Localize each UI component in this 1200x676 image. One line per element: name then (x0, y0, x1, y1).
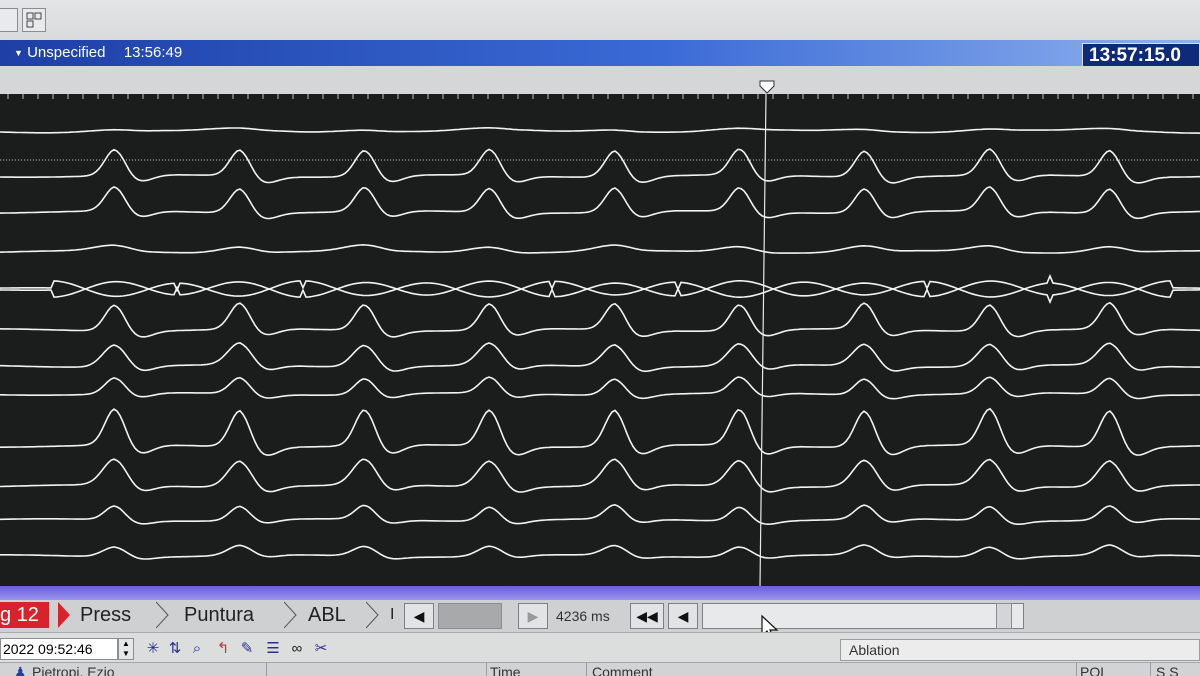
time-cursor-line[interactable] (759, 94, 767, 586)
column-divider (586, 663, 587, 676)
study-title: Unspecified (27, 44, 106, 61)
tab-separator (156, 601, 169, 629)
ecg-traces (0, 94, 1200, 586)
sweep-duration: 4236 ms (556, 608, 610, 624)
sort-icon[interactable]: ⇅ (166, 639, 184, 659)
horizontal-scrollbar[interactable] (702, 603, 1024, 629)
binoculars-icon[interactable]: ∞ (288, 639, 306, 659)
ecg-channel-trace (0, 376, 1200, 400)
tab-puntura[interactable]: Puntura (184, 602, 254, 628)
pol-column-header[interactable]: POL (1080, 663, 1108, 676)
tab-separator (284, 601, 297, 629)
ss-column-header[interactable]: S S (1156, 663, 1179, 676)
event-table-header: ♟ Pietropi, Ezio Time Comment POL S S (0, 662, 1200, 676)
ecg-channel-trace (0, 544, 1200, 560)
start-time: 13:56:49 (123, 44, 183, 61)
tab-bar: g 12 Press Puntura ABL I ◀ ▶ 4236 ms ◀◀ … (0, 600, 1200, 641)
ecg-channel-trace (0, 503, 1200, 526)
rewind-button[interactable]: ◀◀ (630, 603, 664, 629)
column-divider (1150, 663, 1151, 676)
tab-more[interactable]: I (390, 602, 394, 628)
comment-column-header[interactable]: Comment (592, 663, 653, 676)
mode-field[interactable]: Ablation (840, 639, 1200, 661)
tab-ecg-12[interactable]: g 12 (0, 602, 49, 628)
user-icon: ♟ (14, 664, 27, 676)
date-spinner[interactable]: ▲ ▼ (118, 638, 134, 660)
ecg-channel-trace (0, 342, 1200, 373)
ecg-channel-trace (0, 407, 1200, 456)
ecg-channel-trace (0, 148, 1200, 184)
window-icon[interactable] (0, 8, 18, 32)
clock-display: 13:57:15.0 (1082, 43, 1200, 67)
ecg-channel-trace (0, 301, 1200, 338)
undo-icon[interactable]: ↰ (214, 639, 232, 659)
status-bar: 2022 09:52:46 ▲ ▼ ✳ ⇅ ⌕ ↰ ✎ ☰ ∞ ✂ Ablatio… (0, 632, 1200, 663)
ecg-trace-area[interactable] (0, 94, 1200, 586)
tools-icon[interactable]: ✂ (312, 639, 330, 659)
list-icon[interactable]: ☰ (264, 639, 282, 659)
timeline-thumb[interactable] (438, 603, 502, 629)
title-bar: ▼ Unspecified 13:56:49 (0, 40, 1200, 66)
scrollbar-thumb[interactable] (996, 603, 1012, 629)
tab-abl[interactable]: ABL (308, 602, 346, 628)
ecg-channel-trace (0, 458, 1200, 493)
dropdown-icon[interactable]: ▼ (14, 48, 23, 58)
column-divider (1076, 663, 1077, 676)
patient-name: Pietropi, Ezio (32, 664, 115, 676)
tab-separator (58, 602, 70, 628)
column-divider (486, 663, 487, 676)
prev-page-button[interactable]: ◀ (404, 603, 434, 629)
time-column-header[interactable]: Time (490, 663, 521, 676)
sparkle-icon[interactable]: ✳ (144, 639, 162, 659)
column-divider (266, 663, 267, 676)
next-page-button[interactable]: ▶ (518, 603, 548, 629)
timeline-strip (0, 586, 1200, 600)
tab-press[interactable]: Press (80, 602, 131, 628)
ecg-channel-trace (0, 127, 1200, 134)
marker-strip (0, 66, 1200, 94)
layout-icon[interactable] (22, 8, 46, 32)
date-time-field[interactable]: 2022 09:52:46 (0, 638, 118, 660)
top-toolbar (0, 0, 1200, 40)
ecg-channel-trace (0, 243, 1200, 254)
search-icon[interactable]: ⌕ (188, 639, 206, 659)
step-back-button[interactable]: ◀ (668, 603, 698, 629)
edit-icon[interactable]: ✎ (238, 639, 256, 659)
ecg-channel-trace (0, 185, 1200, 220)
cursor-marker-icon[interactable] (758, 80, 776, 94)
tab-separator (366, 601, 379, 629)
